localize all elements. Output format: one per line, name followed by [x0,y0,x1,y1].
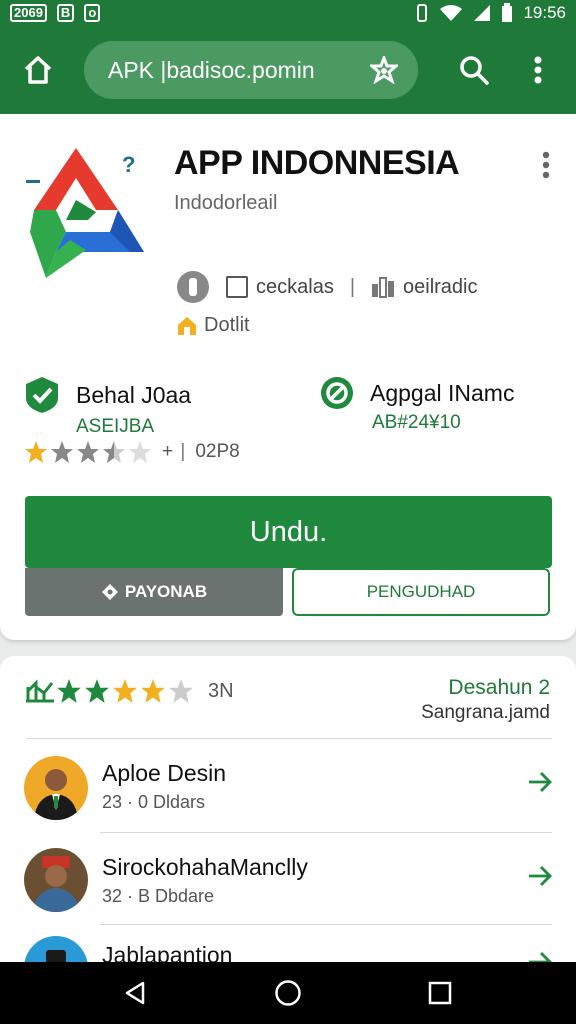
rating-count: 02P8 [195,441,240,462]
home-nav-button[interactable] [268,973,308,1013]
recents-icon [428,981,452,1005]
reviews-rating: 3N [26,678,234,704]
stat-right: Agpgal INamc AB#24¥10 [320,376,514,434]
status-bar: 2069 B o 19:56 [0,0,576,26]
home-icon [24,56,52,84]
age-rating-icon [177,271,209,303]
svg-text:?: ? [122,152,135,177]
star-icon [77,441,99,463]
chart-icon [372,277,395,298]
notif-badge-3: o [84,4,101,22]
app-developer[interactable]: Indodorleail [174,192,277,215]
star-icon [57,679,81,703]
recents-button[interactable] [420,973,460,1013]
home-button[interactable] [16,48,60,92]
meta-item-1-label: ceckalas [256,275,334,298]
app-menu-button[interactable] [534,150,558,180]
app-detail-card: ? APP INDONNESIA Indodorleail ceckalas |… [0,114,576,640]
checkbox-icon [226,276,248,298]
separator: | [175,441,186,462]
notif-badge-1: 2069 [10,4,47,22]
avatar [24,848,88,912]
app-title: APP INDONNESIA [174,144,460,182]
system-nav-bar [0,962,576,1024]
app-tag: Dotlit [176,314,250,337]
home-circle-icon [275,980,301,1006]
star-badge-icon[interactable] [370,56,398,84]
star-half-icon [103,441,125,463]
stat-left-title: Behal J0aa [76,381,192,408]
url-text: APK |badisoc.pomin [108,56,315,83]
arrow-right-icon [529,866,552,886]
star-empty-icon [129,441,151,463]
overflow-menu-button[interactable] [516,48,560,92]
meta-item-2: oeilradic [371,275,478,299]
verified-shield-icon [26,377,58,413]
stat-left: Behal J0aa ASEIJBA [24,376,191,438]
star-icon [51,441,73,463]
reviews-sub: Sangrana.jamd [421,702,550,723]
secondary-button-label: PAYONAB [124,582,208,601]
no-ads-icon [321,377,353,409]
star-icon [113,679,137,703]
search-icon [460,56,489,85]
status-system: 19:56 [415,3,566,23]
star-icon [85,679,109,703]
toolbar-actions [452,48,560,92]
back-button[interactable] [116,973,156,1013]
list-item-title: SirockohahaManclly [102,854,308,880]
app-tag-label: Dotlit [204,314,250,336]
battery-icon [502,3,513,22]
house-tag-icon [178,316,196,335]
app-meta-row: ceckalas | oeilradic [176,270,478,304]
outline-button[interactable]: PENGUDHAD [292,568,550,616]
stat-right-sub: AB#24¥10 [372,412,461,433]
stat-right-title: Agpgal INamc [370,379,515,406]
reviews-count: 3N [208,679,234,702]
wifi-icon [440,5,463,21]
back-icon [125,981,145,1005]
star-empty-icon [169,679,193,703]
status-notifications: 2069 B o [10,4,101,22]
reviews-link[interactable]: Desahun 2 [421,676,550,700]
reviews-card: 3N Desahun 2 Sangrana.jamd Aploe Desin 2… [0,656,576,1000]
separator: | [349,275,356,298]
divider [100,924,552,925]
star-icon [141,679,165,703]
star-icon [25,441,47,463]
more-vert-icon [542,151,550,179]
notif-badge-2: B [56,4,75,22]
list-item-sub: 32 · B Dbdare [102,886,215,906]
list-item[interactable]: Aploe Desin 23 · 0 Dldars [0,742,576,834]
status-time: 19:56 [523,3,566,22]
trend-icon [26,679,54,703]
secondary-button[interactable]: PAYONAB [25,568,283,616]
arrow-right-icon [529,772,552,792]
signal-icon [474,5,491,21]
divider [26,738,552,739]
list-item[interactable]: SirockohahaManclly 32 · B Dbdare [0,836,576,928]
install-button[interactable]: Undu. [25,496,552,568]
list-item-title: Aploe Desin [102,760,227,786]
divider [100,832,552,833]
app-rating: + | 02P8 [24,440,240,464]
meta-item-2-label: oeilradic [403,275,478,298]
reviews-meta: Desahun 2 Sangrana.jamd [421,676,550,724]
more-vert-icon [534,56,542,84]
meta-item-1: ceckalas [226,276,334,299]
list-item-sub: 23 · 0 Dldars [102,792,206,812]
search-button[interactable] [452,48,496,92]
app-logo-icon: ? [26,148,144,278]
tag-icon [101,584,118,600]
browser-toolbar: APK |badisoc.pomin [0,26,576,114]
rating-extra: + [162,441,174,462]
url-bar[interactable]: APK |badisoc.pomin [84,41,418,99]
stat-left-sub: ASEIJBA [76,416,155,437]
avatar [24,756,88,820]
vibrate-icon [417,4,428,22]
